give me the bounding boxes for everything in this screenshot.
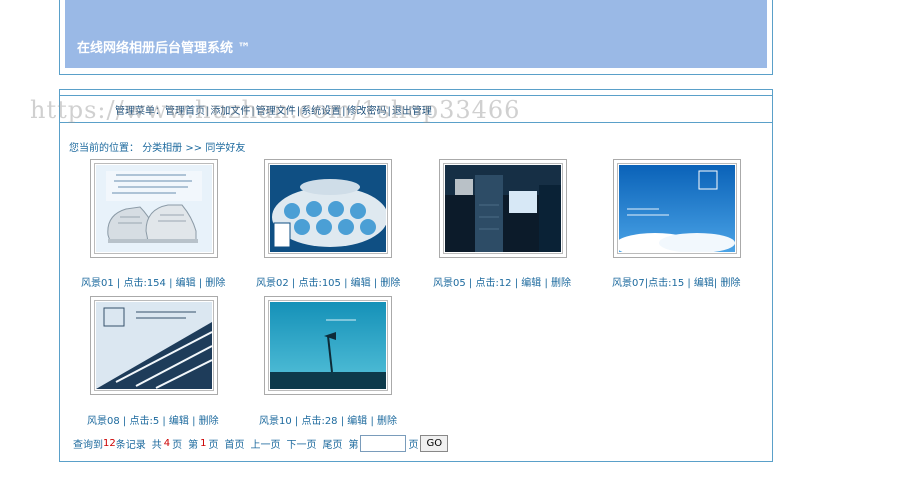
photo-thumbnail[interactable] [264, 159, 392, 258]
teapot-image [270, 165, 386, 252]
pager-found-label: 查询到 [73, 440, 103, 451]
breadcrumb-current[interactable]: 同学好友 [205, 143, 245, 154]
photo-caption[interactable]: 风景08 | 点击:5 | 编辑 | 删除 [87, 412, 219, 427]
photo-thumbnail[interactable] [439, 159, 567, 258]
photo-caption[interactable]: 风景01 | 点击:154 | 编辑 | 删除 [81, 274, 225, 289]
prev-page-link[interactable]: 上一页 [250, 436, 280, 451]
nav-menu: 管理菜单：管理首页|添加文件|管理文件|系统设置|修改密码|退出管理 [115, 102, 432, 117]
photo-thumbnail[interactable] [613, 159, 741, 258]
photo-caption[interactable]: 风景07|点击:15 | 编辑| 删除 [612, 274, 740, 289]
photo-thumbnail[interactable] [90, 159, 218, 258]
nav-item-add-file[interactable]: 添加文件 [210, 106, 250, 117]
breadcrumb-arrow: >> [185, 143, 203, 154]
page-number-input[interactable] [360, 435, 407, 452]
nav-item-logout[interactable]: 退出管理 [392, 106, 432, 117]
nav-item-settings[interactable]: 系统设置 [301, 106, 341, 117]
pagination-bar: 查询到 12 条记录 共 4 页 第 1 页 首页 上一页 下一页 尾页 第 页… [73, 435, 449, 452]
current-page-prefix: 第 [188, 440, 199, 451]
breadcrumb-label: 您当前的位置： [69, 143, 139, 154]
jump-suffix: 页 [408, 440, 419, 451]
records-unit-label: 条记录 [115, 440, 146, 451]
nav-bar: 管理菜单：管理首页|添加文件|管理文件|系统设置|修改密码|退出管理 [60, 95, 772, 123]
photo-thumbnail[interactable] [264, 296, 392, 395]
current-page-suffix: 页 [208, 440, 219, 451]
total-records-count: 12 [103, 438, 116, 449]
photo-caption[interactable]: 风景10 | 点击:28 | 编辑 | 删除 [259, 412, 397, 427]
night-building-image [445, 165, 561, 252]
total-pages-prefix: 共 [151, 440, 162, 451]
next-page-link[interactable]: 下一页 [286, 436, 316, 451]
nav-item-home[interactable]: 管理首页 [165, 106, 205, 117]
header-banner: 在线网络相册后台管理系统 ™ [65, 0, 767, 68]
lamp-post-image [270, 302, 386, 389]
site-title: 在线网络相册后台管理系统 ™ [77, 41, 251, 56]
header-panel: 在线网络相册后台管理系统 ™ [59, 0, 773, 75]
page-unit-label: 页 [172, 440, 183, 451]
nav-item-change-password[interactable]: 修改密码 [347, 106, 387, 117]
total-pages-count: 4 [163, 438, 171, 449]
first-page-link[interactable]: 首页 [224, 436, 244, 451]
last-page-link[interactable]: 尾页 [322, 436, 342, 451]
breadcrumb-category-link[interactable]: 分类相册 [142, 143, 182, 154]
jump-prefix: 第 [348, 440, 359, 451]
sky-clouds-image [619, 165, 735, 252]
current-page-number: 1 [200, 438, 207, 449]
photo-thumbnail[interactable] [90, 296, 218, 395]
nav-item-manage-files[interactable]: 管理文件 [256, 106, 296, 117]
breadcrumb: 您当前的位置： 分类相册 >> 同学好友 [69, 139, 245, 154]
nav-prefix: 管理菜单： [115, 106, 165, 117]
photo-caption[interactable]: 风景05 | 点击:12 | 编辑 | 删除 [433, 274, 571, 289]
photo-caption[interactable]: 风景02 | 点击:105 | 编辑 | 删除 [256, 274, 400, 289]
go-button[interactable]: GO [420, 435, 449, 452]
sneakers-image [96, 165, 212, 252]
stairs-image [96, 302, 212, 389]
